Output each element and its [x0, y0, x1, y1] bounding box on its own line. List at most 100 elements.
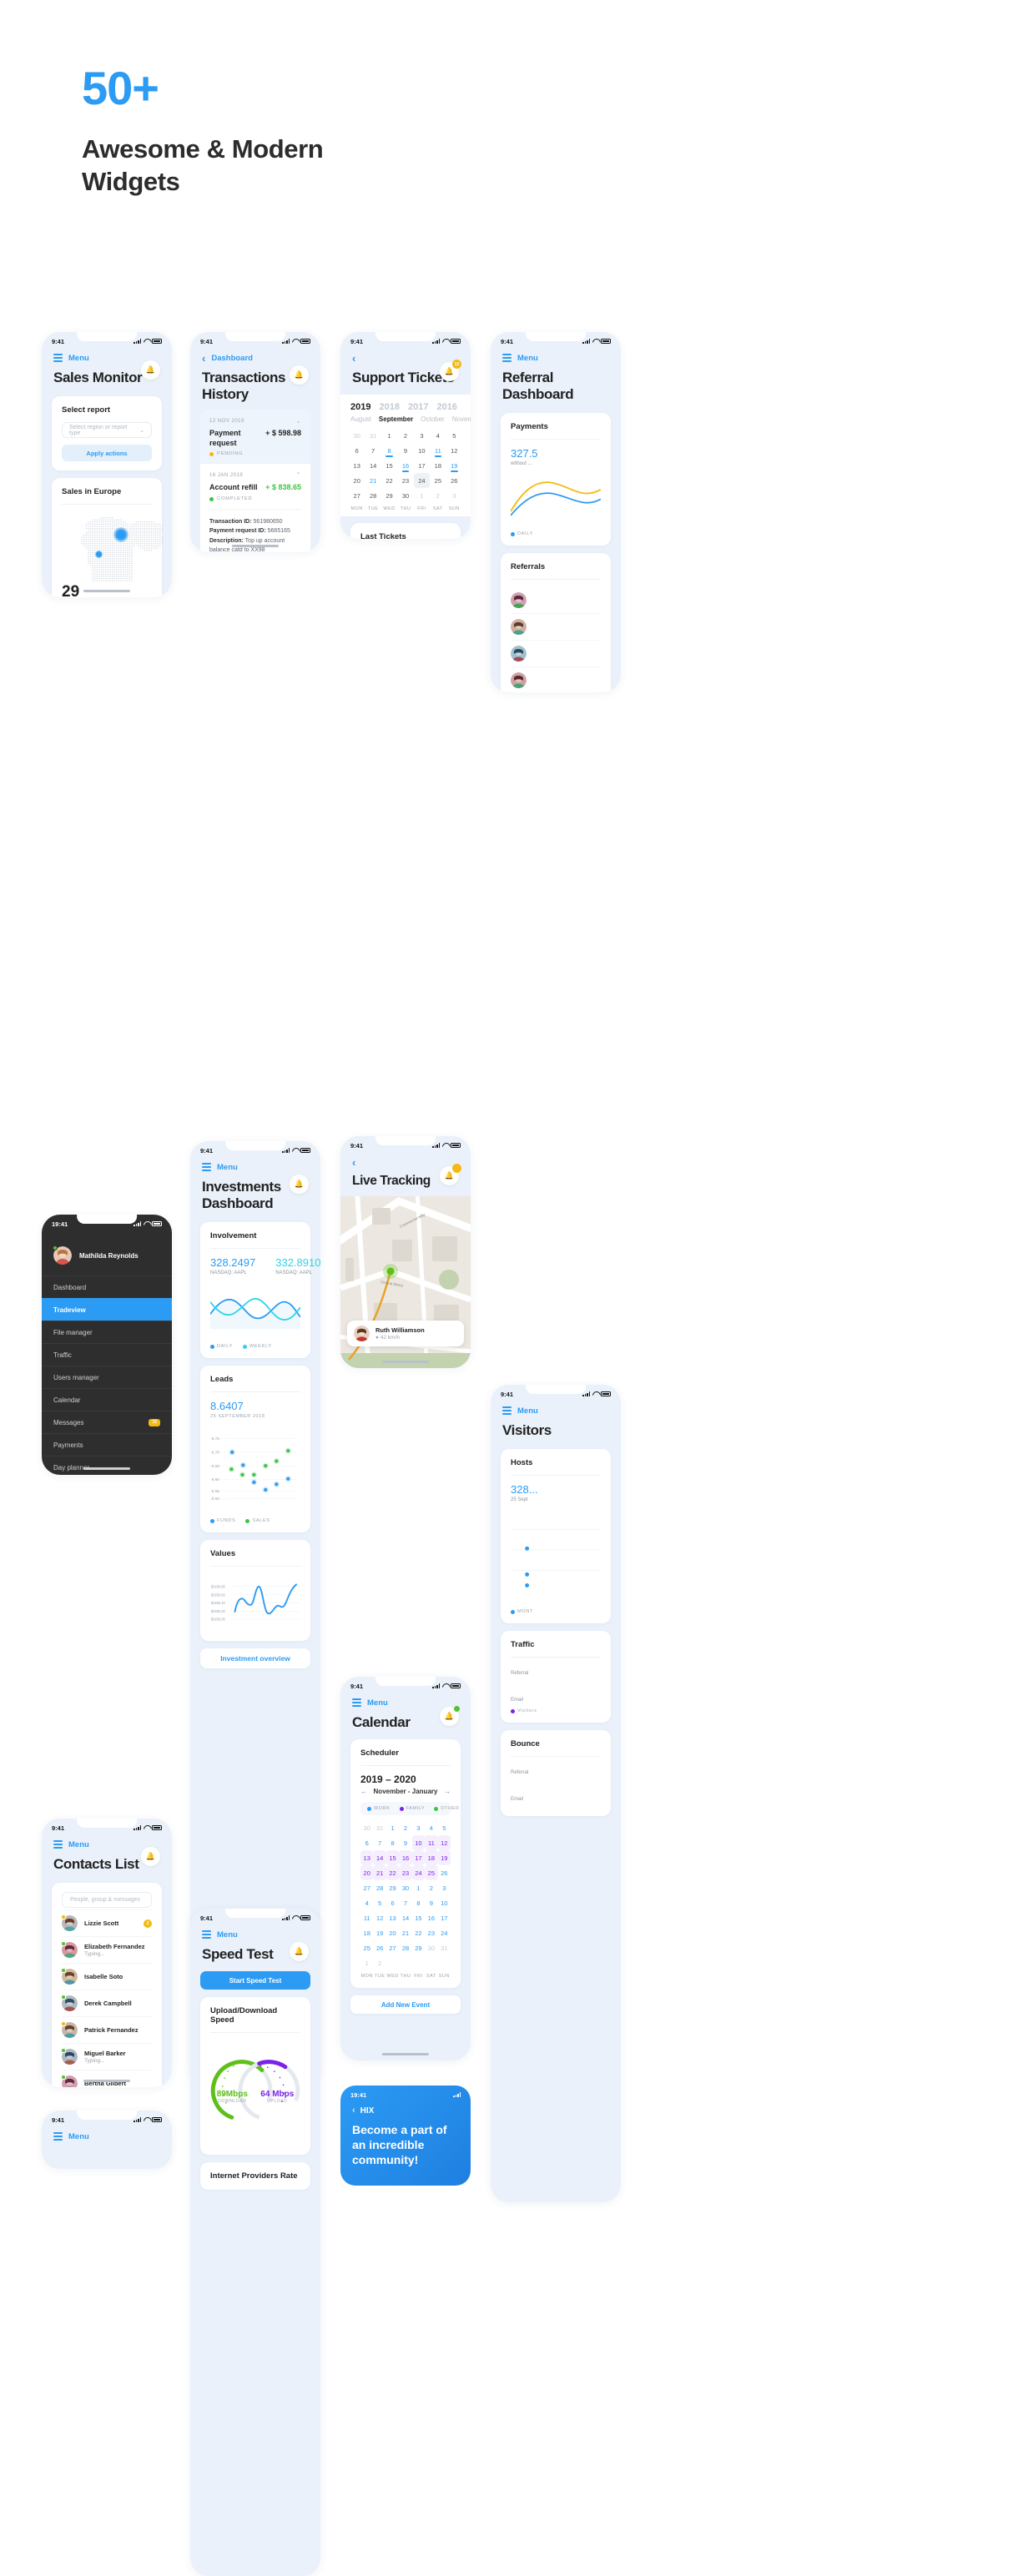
list-item[interactable]	[511, 667, 601, 692]
menu-button[interactable]: Menu	[190, 1160, 320, 1173]
calendar-day[interactable]: 16	[399, 1850, 412, 1865]
calendar-day[interactable]: 1	[360, 1955, 373, 1970]
calendar-day[interactable]: 31	[373, 1820, 386, 1835]
calendar-day[interactable]: 22	[386, 1865, 400, 1880]
calendar-day[interactable]: 14	[365, 458, 380, 473]
calendar-day[interactable]: 2	[373, 1955, 386, 1970]
tab-month-october[interactable]: October	[421, 415, 444, 423]
calendar-day[interactable]: 28	[373, 1880, 386, 1895]
calendar-day[interactable]: 24	[413, 473, 431, 489]
calendar-day[interactable]: 8	[381, 443, 397, 458]
calendar-day[interactable]: 31	[438, 1940, 451, 1955]
calendar-day[interactable]: 12	[373, 1910, 386, 1925]
notifications-bell-button[interactable]: 🔔	[141, 360, 160, 380]
list-item[interactable]: Miguel Barker Typing...	[61, 2043, 152, 2070]
search-input[interactable]: People, group & messages	[62, 1892, 152, 1908]
calendar-day[interactable]: 3	[414, 428, 430, 443]
calendar-day[interactable]: 26	[446, 473, 462, 488]
calendar-day[interactable]: 4	[360, 1895, 373, 1910]
list-item[interactable]: Bertha Gilbert	[61, 2070, 152, 2087]
calendar-day[interactable]: 5	[373, 1895, 386, 1910]
calendar-day[interactable]: 26	[373, 1940, 386, 1955]
calendar-day[interactable]: 28	[365, 488, 380, 503]
add-new-event-button[interactable]: Add New Event	[350, 1995, 461, 2014]
menu-button[interactable]: Menu	[491, 350, 621, 364]
notifications-bell-button[interactable]: 🔔	[290, 1941, 309, 1961]
calendar-day[interactable]: 5	[438, 1820, 451, 1835]
region-select[interactable]: Select region or report type ⌄	[62, 422, 152, 438]
apply-actions-button[interactable]: Apply actions	[62, 445, 152, 461]
user-profile[interactable]: Mathilda Reynolds	[42, 1233, 172, 1275]
calendar-day[interactable]: 18	[430, 458, 446, 473]
calendar-day[interactable]: 15	[386, 1850, 400, 1865]
calendar-day[interactable]: 11	[430, 443, 446, 458]
calendar-day[interactable]: 15	[381, 458, 397, 473]
list-item[interactable]: Isabelle Soto	[61, 1963, 152, 1990]
calendar-day[interactable]: 16	[397, 458, 413, 473]
sidebar-item-tradeview[interactable]: Tradeview	[42, 1298, 172, 1321]
calendar-day[interactable]: 17	[411, 1850, 426, 1865]
list-item[interactable]: Lizzie Scott 2	[61, 1909, 152, 1936]
tab-year-2018[interactable]: 2018	[379, 402, 399, 412]
list-item[interactable]	[511, 587, 601, 613]
calendar-day[interactable]: 7	[399, 1895, 411, 1910]
chevron-down-icon[interactable]: ⌄	[295, 417, 301, 425]
calendar-day[interactable]: 24	[438, 1925, 451, 1940]
calendar-day[interactable]: 17	[438, 1910, 451, 1925]
calendar-day[interactable]: 23	[425, 1925, 437, 1940]
calendar-day[interactable]: 20	[360, 1865, 374, 1880]
calendar-day[interactable]: 20	[386, 1925, 399, 1940]
calendar-day[interactable]: 9	[399, 1835, 411, 1850]
calendar-day[interactable]: 7	[365, 443, 380, 458]
calendar-day[interactable]: 13	[360, 1850, 374, 1865]
sidebar-item-traffic[interactable]: Traffic	[42, 1343, 172, 1366]
sidebar-item-payments[interactable]: Payments	[42, 1433, 172, 1456]
list-item[interactable]	[511, 613, 601, 640]
calendar-day[interactable]: 30	[360, 1820, 373, 1835]
calendar-day[interactable]: 10	[414, 443, 430, 458]
calendar-day[interactable]: 2	[425, 1880, 437, 1895]
investment-overview-button[interactable]: Investment overview	[200, 1648, 310, 1669]
calendar-day[interactable]: 27	[360, 1880, 373, 1895]
calendar-day[interactable]: 30	[397, 488, 413, 503]
calendar-day[interactable]: 13	[349, 458, 365, 473]
calendar-day[interactable]: 25	[430, 473, 446, 488]
calendar-day[interactable]: 6	[360, 1835, 373, 1850]
calendar-day[interactable]: 25	[360, 1940, 373, 1955]
calendar-day[interactable]: 19	[437, 1850, 451, 1865]
calendar-day[interactable]: 1	[381, 428, 397, 443]
start-speed-test-button[interactable]: Start Speed Test	[200, 1971, 310, 1990]
menu-button[interactable]: Menu	[491, 1403, 621, 1416]
calendar-day[interactable]: 6	[349, 443, 365, 458]
chevron-up-icon[interactable]: ⌃	[295, 471, 301, 479]
calendar-day[interactable]: 20	[349, 473, 365, 488]
calendar-day[interactable]: 6	[386, 1895, 399, 1910]
notifications-bell-button[interactable]: 🔔	[141, 1846, 160, 1866]
calendar-day[interactable]: 25	[425, 1865, 438, 1880]
calendar-day[interactable]: 28	[399, 1940, 411, 1955]
calendar-day[interactable]: 9	[397, 443, 413, 458]
calendar-day[interactable]: 23	[397, 473, 413, 488]
menu-button[interactable]: Menu	[42, 2129, 172, 2142]
notifications-bell-button[interactable]: 🔔 12	[440, 360, 461, 381]
prev-month-arrow-icon[interactable]: ←	[360, 1788, 367, 1795]
tab-year-2017[interactable]: 2017	[408, 402, 428, 412]
table-row[interactable]: 12 NOV 2019 ⌄ Payment request + $ 598.98…	[209, 410, 301, 464]
calendar-day[interactable]: 3	[446, 488, 462, 503]
calendar-day[interactable]: 8	[412, 1895, 425, 1910]
calendar-day[interactable]: 21	[365, 473, 380, 488]
calendar-day[interactable]: 14	[373, 1850, 386, 1865]
calendar-day[interactable]: 1	[412, 1880, 425, 1895]
sidebar-item-dashboard[interactable]: Dashboard	[42, 1275, 172, 1298]
tab-year-2019[interactable]: 2019	[350, 402, 370, 412]
sidebar-item-messages[interactable]: Messages 15	[42, 1411, 172, 1433]
calendar-day[interactable]: 1	[414, 488, 430, 503]
calendar-day[interactable]: 26	[438, 1865, 451, 1880]
back-button[interactable]: ‹ Dashboard	[190, 350, 320, 364]
tab-month-august[interactable]: August	[350, 415, 371, 423]
calendar-day[interactable]: 10	[438, 1895, 451, 1910]
notifications-bell-button[interactable]: 🔔	[290, 365, 309, 385]
sidebar-item-calendar[interactable]: Calendar	[42, 1388, 172, 1411]
calendar-day[interactable]: 29	[412, 1940, 425, 1955]
calendar-day[interactable]: 8	[386, 1835, 399, 1850]
